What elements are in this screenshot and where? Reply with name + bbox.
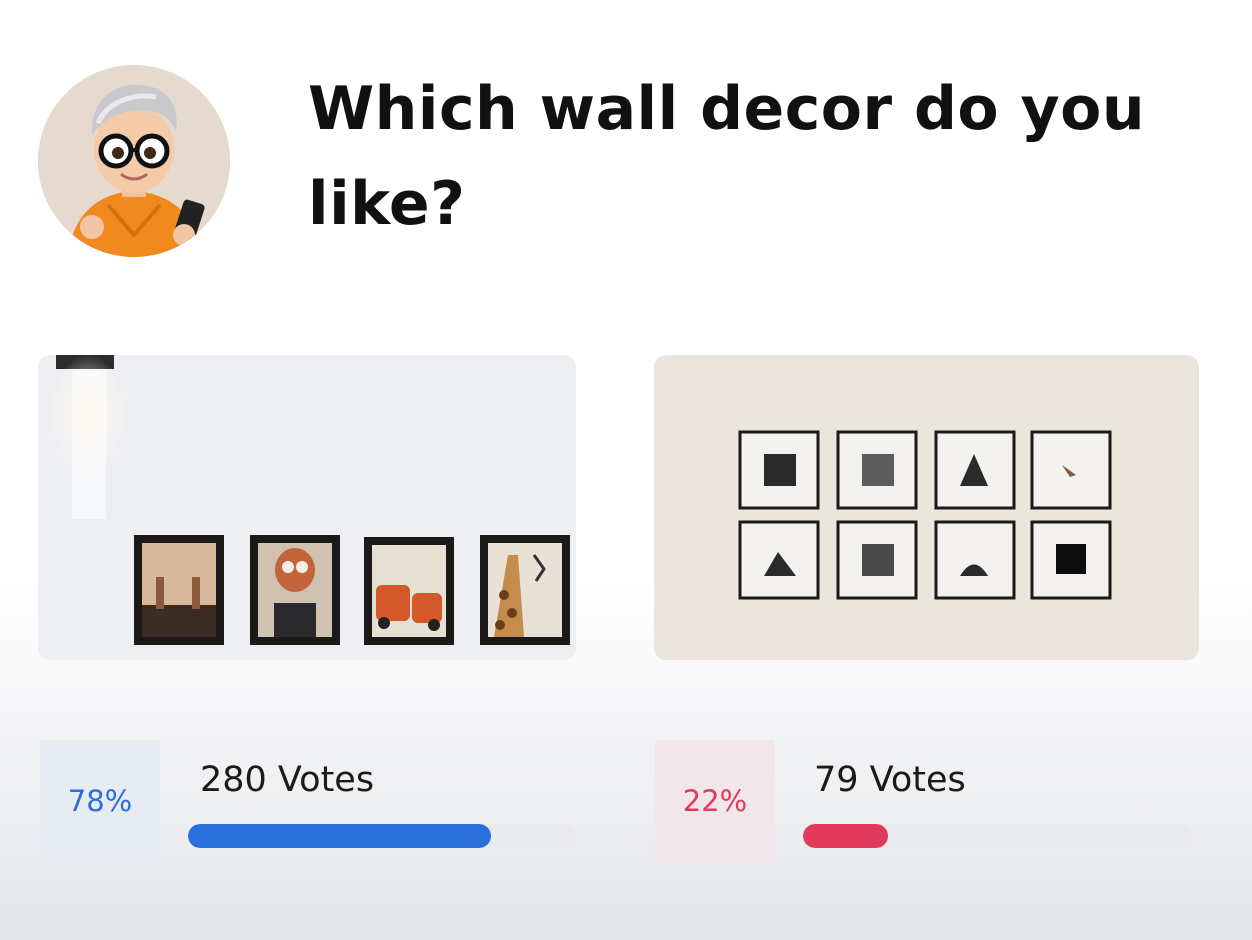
option-b-progress-bar — [803, 824, 1191, 848]
option-a-votes: 280 Votes — [200, 760, 375, 800]
option-b-progress-fill — [803, 824, 889, 848]
avatar — [38, 65, 230, 257]
poll-question: Which wall decor do you like? — [308, 74, 1146, 239]
option-a-progress-fill — [188, 824, 491, 848]
option-b-votes: 79 Votes — [814, 760, 966, 800]
black-white-photo-grid-icon — [654, 355, 1199, 660]
framed-animal-art-photo-icon — [38, 355, 576, 660]
option-b-percent: 22% — [655, 740, 775, 862]
option-a-progress-bar — [188, 824, 576, 848]
cartoon-avatar-icon — [38, 65, 230, 257]
option-b-image[interactable] — [654, 355, 1199, 660]
option-a-percent: 78% — [40, 740, 160, 862]
option-a-image[interactable] — [38, 355, 576, 660]
